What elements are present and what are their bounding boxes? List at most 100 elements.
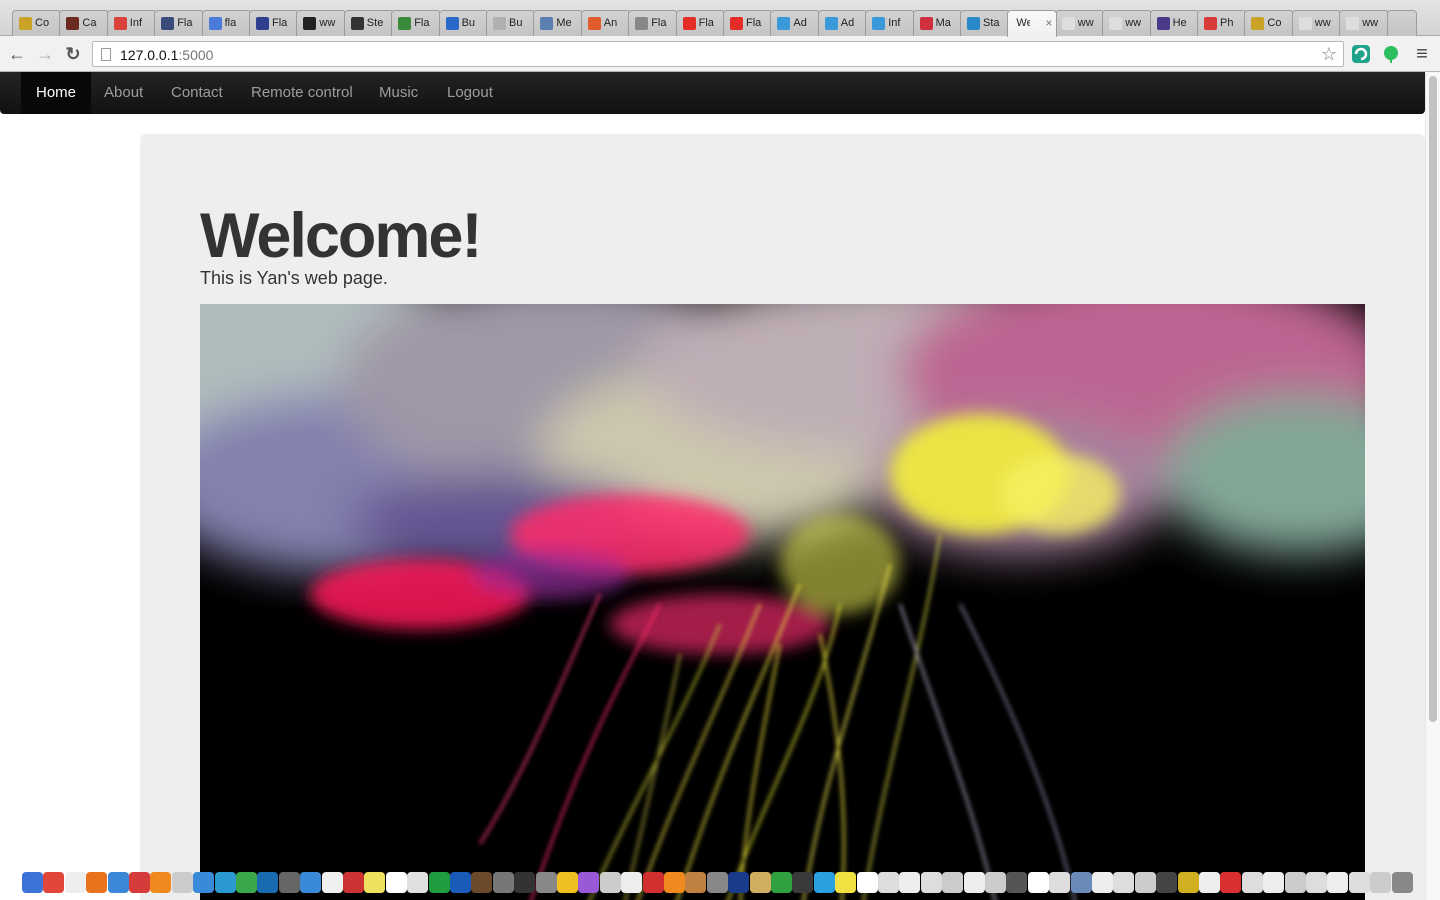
dock-app-icon[interactable] bbox=[535, 872, 557, 893]
evernote-icon[interactable] bbox=[1381, 44, 1401, 64]
tab[interactable]: Bu bbox=[438, 10, 489, 36]
dock-app-icon[interactable] bbox=[963, 872, 985, 893]
tab[interactable]: Inf bbox=[865, 10, 916, 36]
dock-app-icon[interactable] bbox=[856, 872, 878, 893]
dock-app-icon[interactable] bbox=[920, 872, 942, 893]
dock-app-icon[interactable] bbox=[578, 872, 600, 893]
scrollbar-thumb[interactable] bbox=[1429, 76, 1437, 722]
dock-app-icon[interactable] bbox=[1070, 872, 1092, 893]
tab[interactable]: An bbox=[580, 10, 631, 36]
dock-app-icon[interactable] bbox=[514, 872, 536, 893]
dock-app-icon[interactable] bbox=[835, 872, 857, 893]
dock-app-icon[interactable] bbox=[364, 872, 386, 893]
tab[interactable]: Fla bbox=[154, 10, 205, 36]
dock-app-icon[interactable] bbox=[236, 872, 257, 893]
nav-about[interactable]: About bbox=[89, 72, 158, 114]
tab[interactable]: ww bbox=[1291, 10, 1342, 36]
dock-app-icon[interactable] bbox=[300, 872, 322, 893]
dock-app-icon[interactable] bbox=[728, 872, 750, 893]
dock-app-icon[interactable] bbox=[492, 872, 514, 893]
dock-app-icon[interactable] bbox=[1391, 872, 1413, 893]
nav-home[interactable]: Home bbox=[21, 72, 92, 114]
menu-icon[interactable]: ≡ bbox=[1411, 43, 1433, 65]
dock-app-icon[interactable] bbox=[450, 872, 471, 893]
dock-app-icon[interactable] bbox=[1027, 872, 1049, 893]
dock-app-icon[interactable] bbox=[942, 872, 964, 893]
dock-app-icon[interactable] bbox=[1306, 872, 1327, 893]
tab[interactable]: Bu bbox=[486, 10, 536, 36]
dock-app-icon[interactable] bbox=[385, 872, 407, 893]
dock-app-icon[interactable] bbox=[1049, 872, 1071, 893]
dock-app-icon[interactable] bbox=[599, 872, 621, 893]
dock-app-icon[interactable] bbox=[278, 872, 300, 893]
tab[interactable]: ww bbox=[1339, 10, 1390, 36]
dock-app-icon[interactable] bbox=[171, 872, 193, 893]
dock-app-icon[interactable] bbox=[706, 872, 728, 893]
dock-app-icon[interactable] bbox=[407, 872, 429, 893]
dock-app-icon[interactable] bbox=[150, 872, 172, 893]
dock-app-icon[interactable] bbox=[792, 872, 814, 893]
dock-app-icon[interactable] bbox=[621, 872, 643, 893]
dock-app-icon[interactable] bbox=[1327, 872, 1349, 893]
dock-app-icon[interactable] bbox=[193, 872, 215, 893]
nav-remote-control[interactable]: Remote control bbox=[236, 72, 368, 114]
tab-close-icon[interactable]: × bbox=[1045, 16, 1052, 30]
dock-app-icon[interactable] bbox=[129, 872, 150, 893]
dock-app-icon[interactable] bbox=[86, 872, 108, 893]
dock-app-icon[interactable] bbox=[899, 872, 921, 893]
tab[interactable]: Fla bbox=[723, 10, 773, 36]
dock-app-icon[interactable] bbox=[257, 872, 279, 893]
dock-app-icon[interactable] bbox=[1220, 872, 1242, 893]
dock-app-icon[interactable] bbox=[1177, 872, 1199, 893]
dock-app-icon[interactable] bbox=[1199, 872, 1220, 893]
tab[interactable]: Ad bbox=[770, 10, 821, 36]
dock-app-icon[interactable] bbox=[1006, 872, 1028, 893]
dock-app-icon[interactable] bbox=[1348, 872, 1370, 893]
dock-app-icon[interactable] bbox=[813, 872, 835, 893]
dock-app-icon[interactable] bbox=[321, 872, 343, 893]
tab[interactable]: fla bbox=[201, 10, 252, 36]
tab[interactable]: Fla bbox=[628, 10, 679, 36]
dock-app-icon[interactable] bbox=[664, 872, 685, 893]
tab[interactable]: ww bbox=[1054, 10, 1105, 36]
dock-app-icon[interactable] bbox=[1156, 872, 1178, 893]
tab[interactable]: ww bbox=[1102, 10, 1153, 36]
tab-active[interactable]: We × bbox=[1007, 10, 1058, 37]
back-button[interactable]: ← bbox=[6, 43, 28, 65]
tab[interactable]: Ste bbox=[343, 10, 394, 36]
dock-app-icon[interactable] bbox=[1241, 872, 1263, 893]
tab[interactable]: Fla bbox=[675, 10, 726, 36]
tab[interactable]: He bbox=[1149, 10, 1200, 36]
dock-app-icon[interactable] bbox=[1370, 872, 1392, 893]
tab[interactable]: Inf bbox=[106, 10, 157, 36]
tab[interactable]: Ad bbox=[817, 10, 868, 36]
dock-app-icon[interactable] bbox=[43, 872, 65, 893]
nav-logout[interactable]: Logout bbox=[432, 72, 508, 114]
dock-app-icon[interactable] bbox=[642, 872, 664, 893]
reload-button[interactable]: ↻ bbox=[62, 43, 84, 65]
dock-app-icon[interactable] bbox=[1134, 872, 1156, 893]
dock-app-icon[interactable] bbox=[214, 872, 236, 893]
tab[interactable]: Fla bbox=[391, 10, 442, 36]
dock-app-icon[interactable] bbox=[985, 872, 1006, 893]
dock-app-icon[interactable] bbox=[557, 872, 578, 893]
scrollbar[interactable] bbox=[1425, 72, 1440, 900]
tab[interactable]: Ph bbox=[1197, 10, 1247, 36]
dock-app-icon[interactable] bbox=[771, 872, 792, 893]
tab[interactable]: Sta bbox=[960, 10, 1010, 36]
new-tab-button[interactable] bbox=[1386, 10, 1417, 36]
tab[interactable]: Ma bbox=[912, 10, 963, 36]
tab[interactable]: Me bbox=[533, 10, 584, 36]
dock-app-icon[interactable] bbox=[64, 872, 86, 893]
tab[interactable]: Ca bbox=[59, 10, 110, 36]
dock-app-icon[interactable] bbox=[471, 872, 493, 893]
dock-app-icon[interactable] bbox=[428, 872, 450, 893]
dock-app-icon[interactable] bbox=[685, 872, 707, 893]
dock-app-icon[interactable] bbox=[107, 872, 129, 893]
dock-app-icon[interactable] bbox=[1113, 872, 1135, 893]
bookmark-star-icon[interactable]: ☆ bbox=[1321, 44, 1337, 65]
nav-contact[interactable]: Contact bbox=[156, 72, 238, 114]
tab[interactable]: Fla bbox=[249, 10, 299, 36]
nav-music[interactable]: Music bbox=[364, 72, 433, 114]
tab[interactable]: ww bbox=[296, 10, 347, 36]
